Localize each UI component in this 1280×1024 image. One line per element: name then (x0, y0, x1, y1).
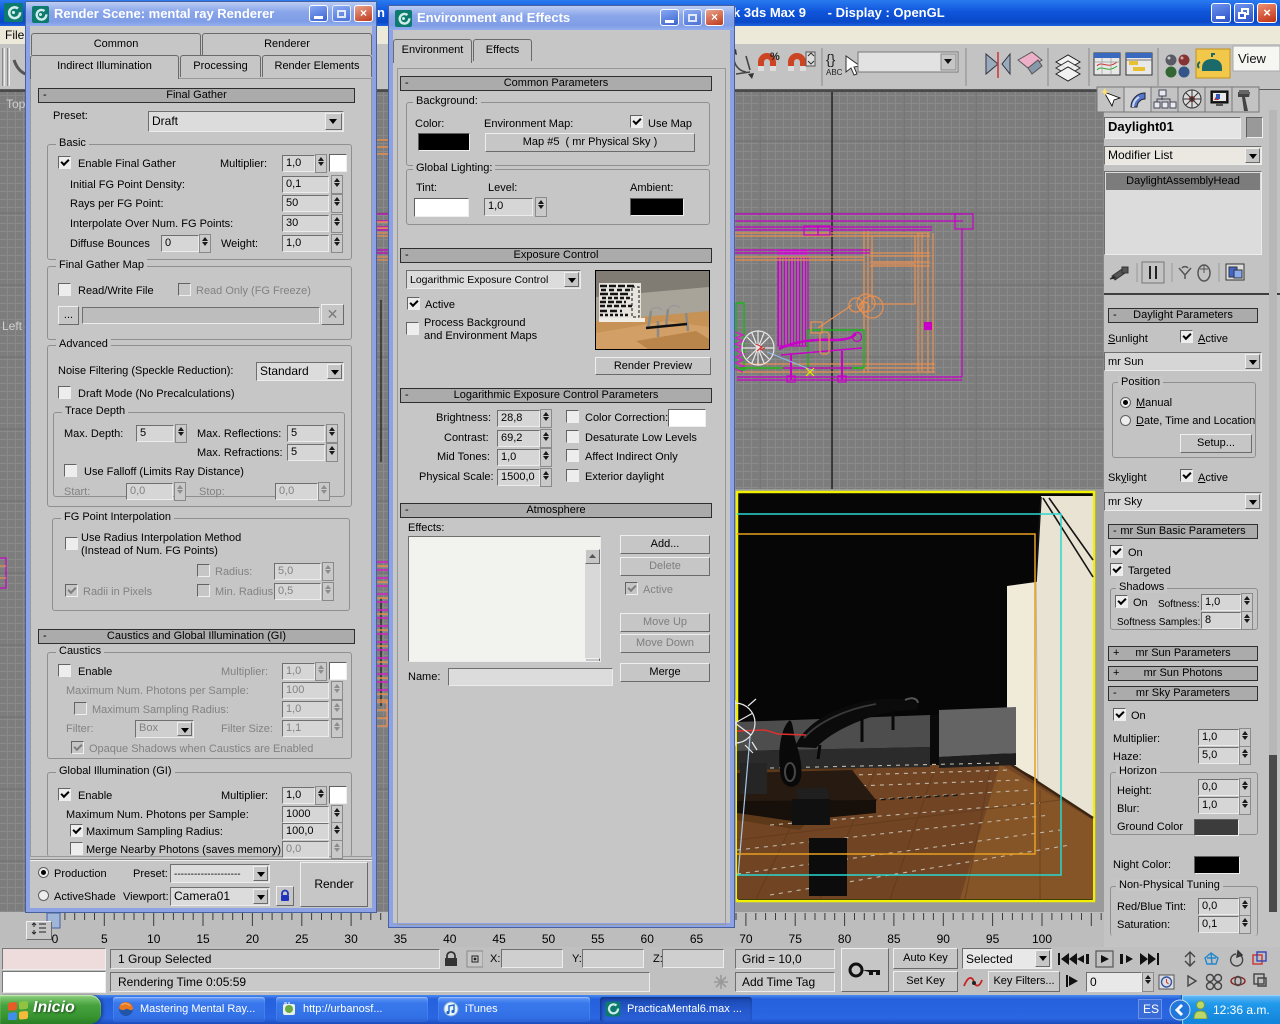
svg-text:25: 25 (295, 932, 309, 946)
svg-text:0: 0 (52, 932, 59, 946)
svg-text:{}: {} (826, 51, 836, 67)
svg-text:90: 90 (937, 932, 951, 946)
svg-text:70: 70 (739, 932, 753, 946)
svg-text:35: 35 (394, 932, 408, 946)
svg-text:45: 45 (492, 932, 506, 946)
svg-text:100: 100 (1032, 932, 1052, 946)
svg-text:ABC: ABC (826, 68, 843, 77)
svg-text:75: 75 (789, 932, 803, 946)
svg-text:65: 65 (690, 932, 704, 946)
svg-text:View: View (1238, 51, 1267, 66)
svg-text:55: 55 (591, 932, 605, 946)
svg-text:20: 20 (246, 932, 260, 946)
svg-text:50: 50 (542, 932, 556, 946)
svg-text:80: 80 (838, 932, 852, 946)
svg-text:10: 10 (147, 932, 161, 946)
svg-text:40: 40 (443, 932, 457, 946)
svg-text:%: % (770, 51, 780, 63)
svg-text:30: 30 (344, 932, 358, 946)
svg-text:85: 85 (887, 932, 901, 946)
svg-text:95: 95 (986, 932, 1000, 946)
svg-text:Top: Top (6, 97, 26, 111)
svg-text:15: 15 (196, 932, 210, 946)
svg-text:60: 60 (641, 932, 655, 946)
svg-text:Left: Left (2, 319, 23, 333)
svg-text:5: 5 (101, 932, 108, 946)
